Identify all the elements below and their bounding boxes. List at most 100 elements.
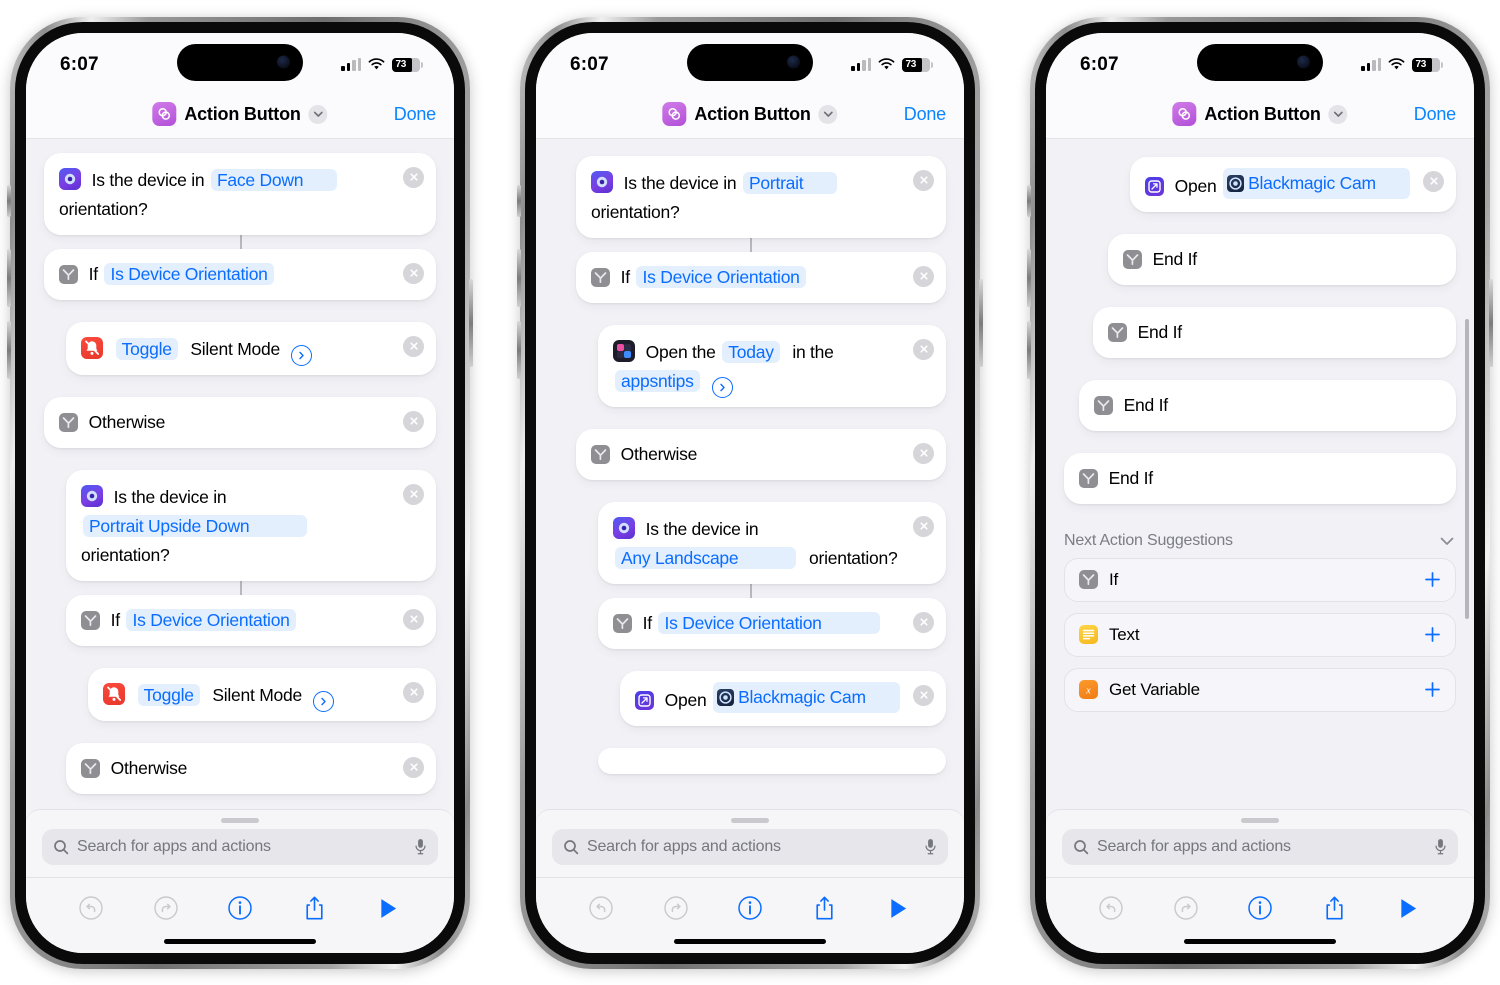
- mute-switch[interactable]: [517, 184, 521, 217]
- row-param[interactable]: Face Down: [210, 168, 338, 191]
- open-blackmagic-cam[interactable]: Open Blackmagic Cam: [1130, 156, 1456, 212]
- phone-3-action-list[interactable]: Open Blackmagic Cam End If End If End If…: [1046, 138, 1474, 810]
- search-input[interactable]: Search for apps and actions: [42, 828, 438, 865]
- power-button[interactable]: [1489, 278, 1493, 367]
- toggle-silent-mode[interactable]: Toggle Silent Mode: [66, 321, 436, 375]
- chevron-down-icon[interactable]: [818, 104, 838, 124]
- close-icon[interactable]: [403, 335, 424, 357]
- row-param[interactable]: Is Device Orientation: [658, 611, 880, 634]
- suggestion-if[interactable]: If: [1064, 557, 1456, 602]
- volume-down-button[interactable]: [517, 320, 521, 379]
- if-is-device-orientation-2[interactable]: If Is Device Orientation: [66, 594, 436, 646]
- if-is-device-orientation[interactable]: If Is Device Orientation: [44, 248, 436, 300]
- is-device-orientation-any-landscape[interactable]: Is the device in Any Landscape orientati…: [598, 501, 946, 584]
- shortcut-title-group[interactable]: Action Button: [1172, 102, 1348, 126]
- phone-2-action-list[interactable]: Is the device in Portrait orientation? I…: [536, 138, 964, 810]
- if-is-device-orientation[interactable]: If Is Device Orientation: [576, 251, 946, 303]
- home-indicator[interactable]: [674, 938, 826, 944]
- disclosure-arrow-icon[interactable]: [712, 376, 734, 398]
- power-button[interactable]: [979, 278, 983, 367]
- plus-icon[interactable]: [1424, 571, 1441, 588]
- shortcut-title-group[interactable]: Action Button: [662, 102, 838, 126]
- row-param[interactable]: Is Device Orientation: [126, 608, 296, 631]
- play-button[interactable]: [1372, 897, 1446, 920]
- microphone-icon[interactable]: [924, 838, 937, 855]
- volume-up-button[interactable]: [7, 248, 11, 307]
- close-icon[interactable]: [403, 483, 424, 505]
- row-param[interactable]: Is Device Orientation: [636, 265, 806, 288]
- share-button[interactable]: [1297, 895, 1371, 922]
- share-button[interactable]: [277, 895, 351, 922]
- close-icon[interactable]: [403, 681, 424, 703]
- share-button[interactable]: [787, 895, 861, 922]
- play-button[interactable]: [862, 897, 936, 920]
- suggestion-text[interactable]: Text: [1064, 612, 1456, 657]
- close-icon[interactable]: [913, 442, 934, 464]
- disclosure-arrow-icon[interactable]: [312, 690, 334, 712]
- if-is-device-orientation-2[interactable]: If Is Device Orientation: [598, 597, 946, 649]
- next-action-suggestions-header[interactable]: Next Action Suggestions: [1046, 526, 1474, 550]
- microphone-icon[interactable]: [1434, 838, 1447, 855]
- done-button[interactable]: Done: [1414, 104, 1456, 125]
- row-param[interactable]: Portrait Upside Down: [83, 514, 308, 537]
- redo-button[interactable]: [128, 895, 202, 921]
- row-param[interactable]: Toggle: [137, 683, 200, 706]
- is-device-orientation-portrait-upside-down[interactable]: Is the device in Portrait Upside Down or…: [66, 469, 436, 581]
- search-input[interactable]: Search for apps and actions: [552, 828, 948, 865]
- done-button[interactable]: Done: [394, 104, 436, 125]
- row-param[interactable]: Toggle: [115, 337, 178, 360]
- redo-button[interactable]: [638, 895, 712, 921]
- home-indicator[interactable]: [164, 938, 316, 944]
- sheet-grabber[interactable]: [731, 817, 769, 823]
- disclosure-arrow-icon[interactable]: [290, 344, 312, 366]
- close-icon[interactable]: [913, 684, 934, 706]
- undo-button[interactable]: [54, 895, 128, 921]
- is-device-orientation-face-down[interactable]: Is the device in Face Down orientation?: [44, 152, 436, 235]
- row-param[interactable]: Any Landscape: [615, 546, 797, 569]
- mute-switch[interactable]: [7, 184, 11, 217]
- close-icon[interactable]: [1423, 170, 1444, 192]
- end-if-4[interactable]: End If: [1064, 452, 1456, 504]
- is-device-orientation-portrait[interactable]: Is the device in Portrait orientation?: [576, 155, 946, 238]
- close-icon[interactable]: [913, 338, 934, 360]
- end-if-3[interactable]: End If: [1079, 379, 1456, 431]
- plus-icon[interactable]: [1424, 681, 1441, 698]
- open-today-in-appsntips[interactable]: Open the Today in the appsntips: [598, 324, 946, 407]
- otherwise-2[interactable]: Otherwise: [66, 742, 436, 794]
- play-button[interactable]: [352, 897, 426, 920]
- home-indicator[interactable]: [1184, 938, 1336, 944]
- chevron-down-icon[interactable]: [1438, 532, 1456, 550]
- close-icon[interactable]: [403, 756, 424, 778]
- close-icon[interactable]: [913, 169, 934, 191]
- row-param-2[interactable]: appsntips: [615, 369, 700, 392]
- otherwise[interactable]: Otherwise: [44, 396, 436, 448]
- mute-switch[interactable]: [1027, 184, 1031, 217]
- row-param[interactable]: Blackmagic Cam: [1223, 167, 1410, 199]
- volume-up-button[interactable]: [1027, 248, 1031, 307]
- microphone-icon[interactable]: [414, 838, 427, 855]
- chevron-down-icon[interactable]: [308, 104, 328, 124]
- plus-icon[interactable]: [1424, 626, 1441, 643]
- close-icon[interactable]: [403, 262, 424, 284]
- phone-1-action-list[interactable]: Is the device in Face Down orientation? …: [26, 138, 454, 810]
- volume-down-button[interactable]: [7, 320, 11, 379]
- row-param[interactable]: Today: [722, 340, 780, 363]
- sheet-grabber[interactable]: [221, 817, 259, 823]
- info-button[interactable]: [1223, 895, 1297, 921]
- row-param[interactable]: Blackmagic Cam: [713, 681, 900, 713]
- volume-up-button[interactable]: [517, 248, 521, 307]
- close-icon[interactable]: [403, 166, 424, 188]
- redo-button[interactable]: [1148, 895, 1222, 921]
- undo-button[interactable]: [564, 895, 638, 921]
- close-icon[interactable]: [403, 608, 424, 630]
- close-icon[interactable]: [913, 515, 934, 537]
- chevron-down-icon[interactable]: [1328, 104, 1348, 124]
- otherwise[interactable]: Otherwise: [576, 428, 946, 480]
- open-blackmagic-cam[interactable]: Open Blackmagic Cam: [620, 670, 946, 726]
- close-icon[interactable]: [913, 265, 934, 287]
- end-if-2[interactable]: End If: [1093, 306, 1456, 358]
- row-param[interactable]: Portrait: [742, 171, 838, 194]
- info-button[interactable]: [203, 895, 277, 921]
- row-param[interactable]: Is Device Orientation: [104, 262, 274, 285]
- close-icon[interactable]: [403, 410, 424, 432]
